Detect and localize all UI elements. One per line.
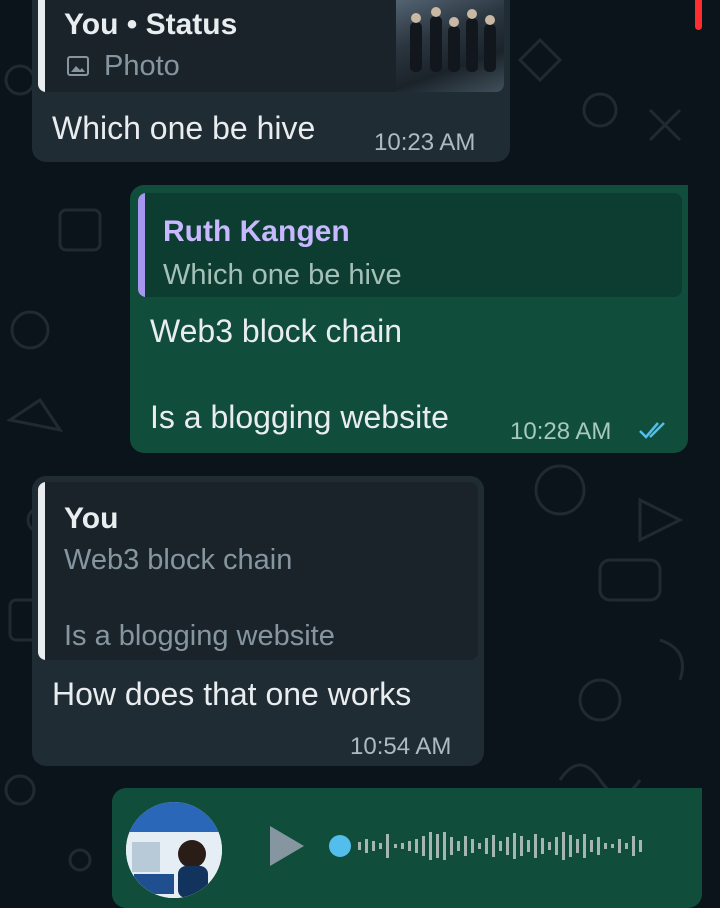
status-thumbnail[interactable] xyxy=(396,0,504,92)
message-time: 10:23 AM xyxy=(374,129,476,156)
quote-author: Ruth Kangen xyxy=(163,215,350,248)
image-icon xyxy=(66,54,90,78)
quote-text-line-1: Web3 block chain xyxy=(64,544,293,576)
quoted-reply[interactable]: You Web3 block chain Is a blogging websi… xyxy=(38,482,478,660)
message-time: 10:54 AM xyxy=(350,733,452,760)
play-icon[interactable] xyxy=(266,824,306,868)
outgoing-voice-message[interactable] xyxy=(112,788,702,908)
quoted-reply[interactable]: Ruth Kangen Which one be hive xyxy=(138,193,682,297)
message-time: 10:28 AM xyxy=(510,418,612,445)
message-text-line-1: Web3 block chain xyxy=(150,313,402,349)
outgoing-message-bubble[interactable]: Ruth Kangen Which one be hive Web3 block… xyxy=(130,185,688,453)
sender-avatar[interactable] xyxy=(126,802,222,898)
incoming-message-bubble[interactable]: You Web3 block chain Is a blogging websi… xyxy=(32,476,484,766)
quote-bar xyxy=(38,0,45,92)
quoted-status-reply[interactable]: You • Status Photo xyxy=(38,0,504,92)
double-check-icon xyxy=(638,419,672,441)
quote-bar xyxy=(38,482,45,660)
quote-author: You xyxy=(64,502,119,535)
incoming-message-bubble[interactable]: You • Status Photo Which one be hive 10:… xyxy=(32,0,510,162)
quote-bar xyxy=(138,193,145,297)
message-text: How does that one works xyxy=(52,676,412,712)
message-text-line-2: Is a blogging website xyxy=(150,399,449,435)
status-indicator xyxy=(695,0,702,30)
quote-text: Photo xyxy=(104,50,180,82)
quote-text: Which one be hive xyxy=(163,259,402,291)
voice-waveform[interactable] xyxy=(328,828,668,864)
message-text: Which one be hive xyxy=(52,110,316,146)
quote-author: You • Status xyxy=(64,8,238,41)
quote-text-line-2: Is a blogging website xyxy=(64,620,335,652)
